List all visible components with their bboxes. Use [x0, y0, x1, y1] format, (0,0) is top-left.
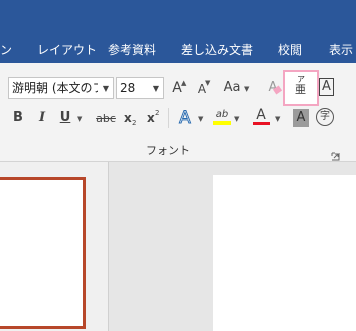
font-dialog-launcher-icon[interactable]	[331, 146, 340, 161]
enclose-characters-button[interactable]: 字	[316, 108, 334, 126]
chevron-down-icon: ▼	[244, 85, 250, 93]
chevron-down-icon: ▼	[77, 115, 83, 123]
subscript-mark-icon: 2	[132, 119, 137, 127]
tab-home-partial[interactable]: ン	[0, 43, 12, 57]
chevron-down-icon: ▼	[102, 83, 110, 93]
font-size-value: 28	[120, 81, 136, 95]
tab-review[interactable]: 校閲	[278, 43, 302, 57]
change-case-button[interactable]: Aa ▼	[222, 78, 252, 98]
phonetic-guide-button[interactable]: ア 亜	[283, 70, 319, 106]
font-name-value: 游明朝 (本文のフ:	[12, 81, 98, 95]
font-size-dropdown[interactable]: 28 ▼	[116, 77, 164, 99]
document-page[interactable]	[213, 175, 356, 331]
phonetic-guide-icon: 亜	[295, 83, 306, 96]
superscript-mark-icon: 2	[155, 109, 160, 117]
separator	[168, 108, 169, 128]
font-color-icon: A	[256, 107, 266, 123]
clear-formatting-button[interactable]: A	[266, 78, 284, 98]
chevron-down-icon: ▼	[234, 115, 240, 123]
font-name-dropdown[interactable]: 游明朝 (本文のフ: ▼	[8, 77, 114, 99]
font-color-bar	[253, 122, 270, 125]
up-arrow-icon: ▲	[181, 79, 187, 87]
underline-icon: U	[59, 110, 71, 125]
tab-mailings[interactable]: 差し込み文書	[181, 43, 253, 57]
highlight-button[interactable]: ab ▼	[212, 107, 242, 129]
strikethrough-icon: abc	[96, 112, 116, 125]
font-group-label: フォント	[146, 144, 190, 157]
tab-references[interactable]: 参考資料	[108, 43, 156, 57]
text-effects-button[interactable]: A ▼	[176, 107, 206, 129]
tab-layout[interactable]: レイアウト	[37, 43, 97, 57]
superscript-icon: x	[147, 111, 155, 125]
chevron-down-icon: ▼	[275, 115, 281, 123]
subscript-icon: x	[124, 111, 132, 125]
italic-icon: I	[38, 110, 46, 125]
font-color-button[interactable]: A ▼	[252, 107, 282, 129]
page-thumbnail[interactable]	[0, 177, 86, 329]
strikethrough-button[interactable]: abc	[94, 109, 118, 127]
enclose-characters-icon: 字	[320, 111, 330, 122]
chevron-down-icon: ▼	[198, 115, 204, 123]
down-arrow-icon: ▼	[205, 79, 211, 87]
character-border-button[interactable]: A	[319, 78, 334, 96]
italic-button[interactable]: I	[34, 109, 50, 127]
text-effects-icon: A	[179, 108, 192, 129]
bold-icon: B	[13, 110, 23, 125]
superscript-button[interactable]: x 2	[146, 109, 162, 127]
tab-view[interactable]: 表示	[329, 43, 353, 57]
shrink-font-button[interactable]: A ▼	[193, 78, 213, 98]
subscript-button[interactable]: x 2	[123, 109, 139, 127]
underline-button[interactable]: U ▼	[57, 109, 85, 127]
change-case-icon: Aa	[223, 80, 241, 95]
ribbon-tab-bar: ン レイアウト 参考資料 差し込み文書 校閲 表示	[0, 0, 356, 63]
highlight-color-bar	[213, 121, 231, 125]
character-shading-icon: A	[296, 110, 306, 125]
grow-font-button[interactable]: A ▲	[168, 78, 188, 98]
character-border-icon: A	[322, 79, 331, 94]
character-shading-button[interactable]: A	[293, 109, 309, 127]
bold-button[interactable]: B	[10, 109, 26, 127]
chevron-down-icon: ▼	[152, 83, 160, 93]
